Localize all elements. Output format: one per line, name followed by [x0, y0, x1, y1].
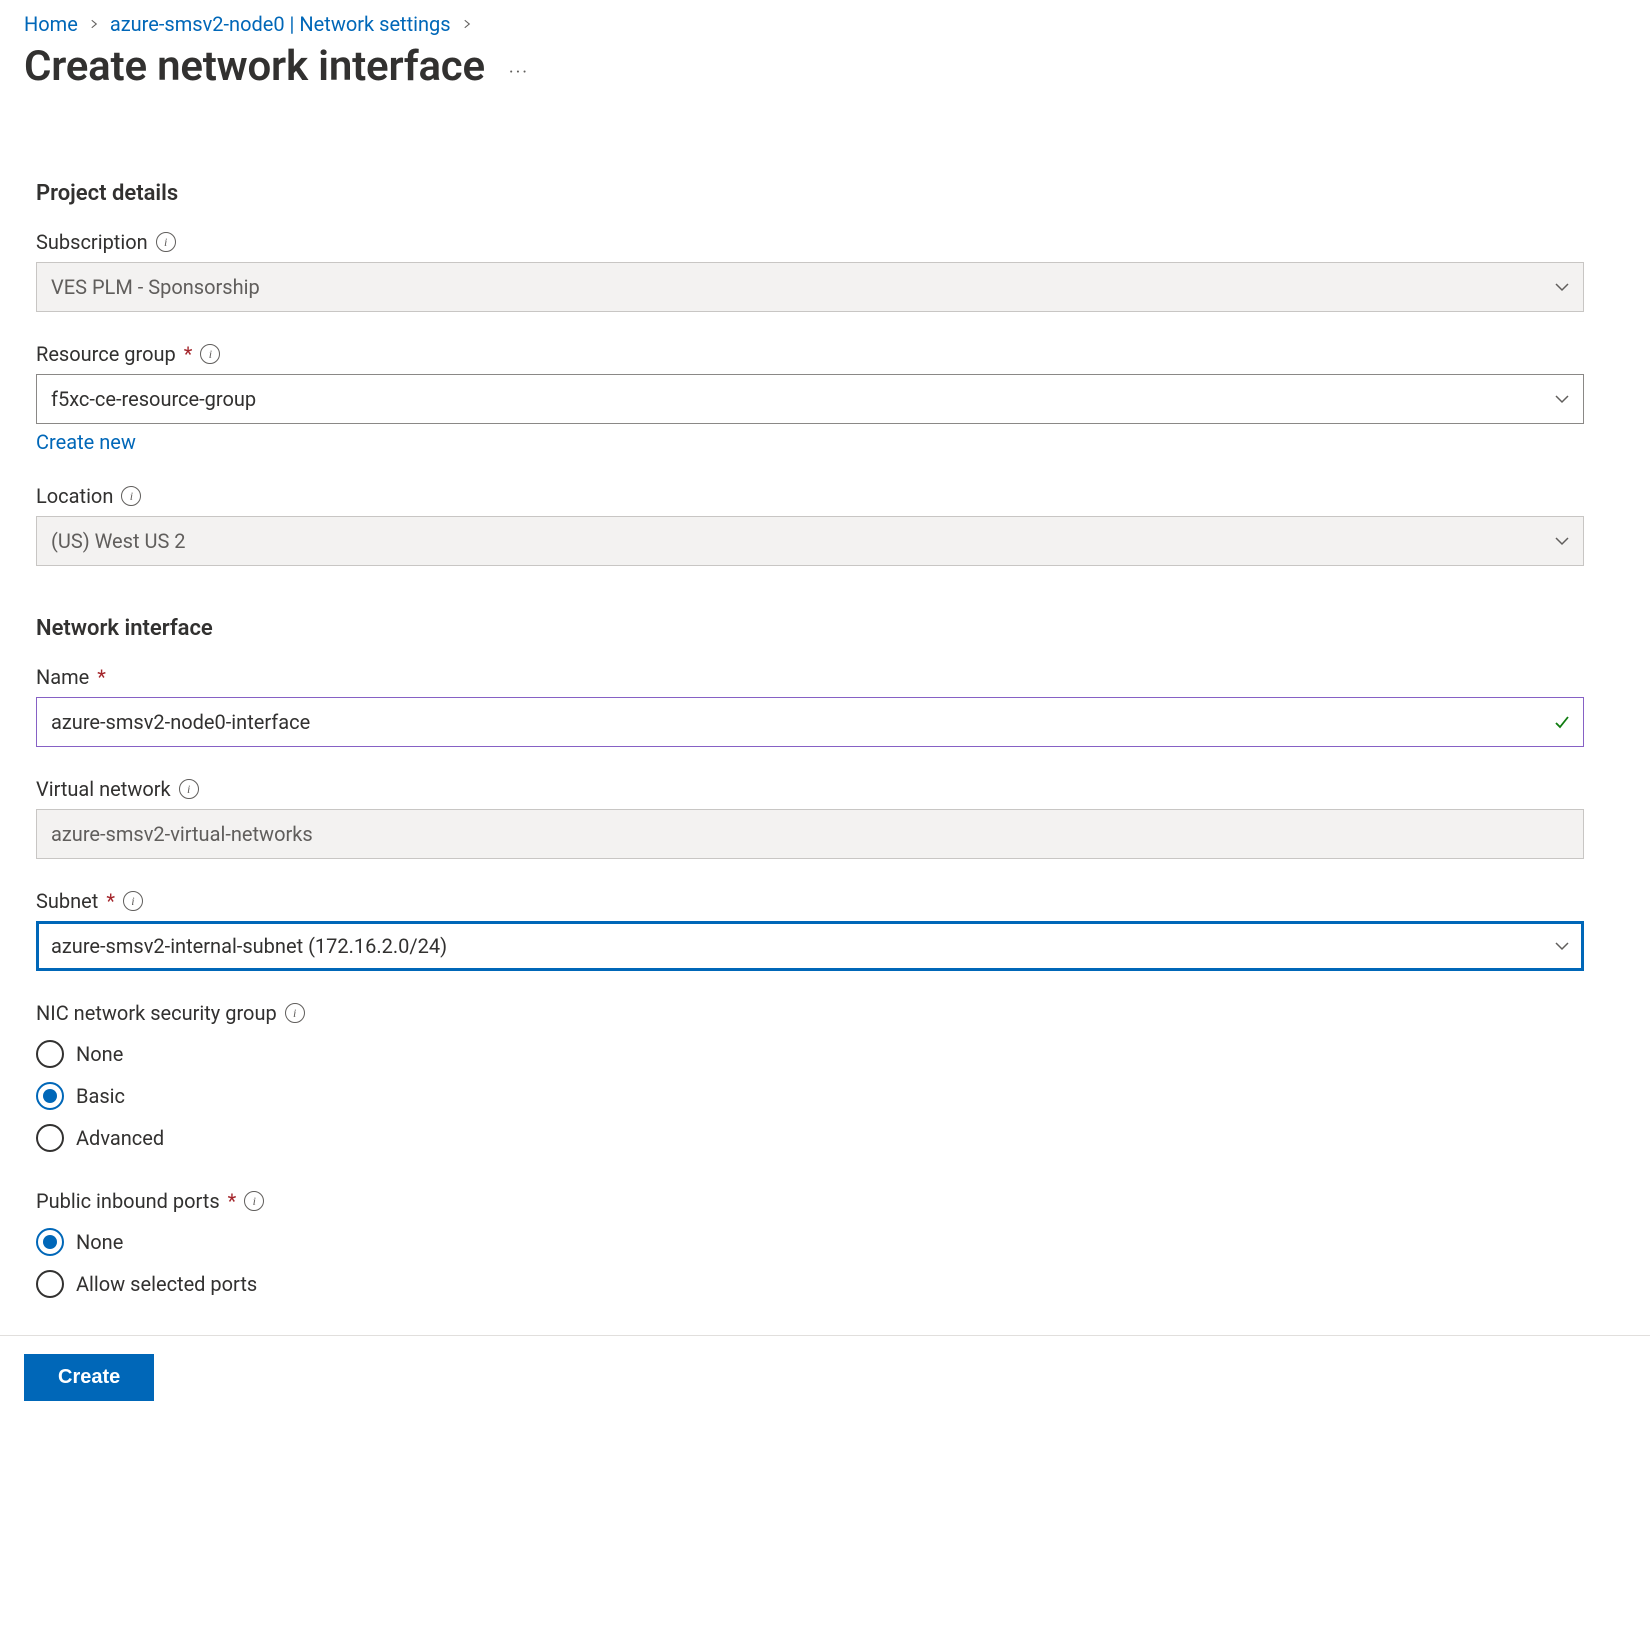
create-button[interactable]: Create	[24, 1354, 154, 1401]
required-indicator: *	[184, 342, 193, 366]
radio-icon	[36, 1228, 64, 1256]
label-subscription: Subscription	[36, 230, 148, 254]
label-name: Name	[36, 665, 89, 689]
check-icon	[1552, 712, 1572, 732]
ports-option-none-label: None	[76, 1230, 123, 1254]
radio-icon	[36, 1124, 64, 1152]
radio-icon	[36, 1040, 64, 1068]
chevron-down-icon	[1552, 936, 1572, 956]
chevron-right-icon	[88, 18, 100, 30]
required-indicator: *	[106, 889, 115, 913]
info-icon[interactable]: i	[121, 486, 141, 506]
radio-icon	[36, 1270, 64, 1298]
label-resource-group: Resource group	[36, 342, 176, 366]
nsg-option-basic-label: Basic	[76, 1084, 125, 1108]
label-virtual-network: Virtual network	[36, 777, 171, 801]
info-icon[interactable]: i	[285, 1003, 305, 1023]
subnet-value: azure-smsv2-internal-subnet (172.16.2.0/…	[51, 934, 447, 958]
field-name: Name * azure-smsv2-node0-interface	[36, 665, 1584, 747]
field-public-ports: Public inbound ports * i None Allow sele…	[36, 1189, 1584, 1305]
name-input[interactable]: azure-smsv2-node0-interface	[36, 697, 1584, 747]
virtual-network-input: azure-smsv2-virtual-networks	[36, 809, 1584, 859]
breadcrumb: Home azure-smsv2-node0 | Network setting…	[24, 12, 1626, 36]
label-location: Location	[36, 484, 113, 508]
location-dropdown: (US) West US 2	[36, 516, 1584, 566]
ports-option-allow[interactable]: Allow selected ports	[36, 1263, 1584, 1305]
field-nsg: NIC network security group i None Basic …	[36, 1001, 1584, 1159]
field-subnet: Subnet * i azure-smsv2-internal-subnet (…	[36, 889, 1584, 971]
ports-option-allow-label: Allow selected ports	[76, 1272, 257, 1296]
subscription-value: VES PLM - Sponsorship	[51, 275, 260, 299]
chevron-right-icon	[461, 18, 473, 30]
field-subscription: Subscription i VES PLM - Sponsorship	[36, 230, 1584, 312]
more-icon[interactable]: ···	[509, 62, 529, 83]
required-indicator: *	[228, 1189, 237, 1213]
nsg-option-advanced[interactable]: Advanced	[36, 1117, 1584, 1159]
chevron-down-icon	[1552, 277, 1572, 297]
required-indicator: *	[97, 665, 106, 689]
breadcrumb-home[interactable]: Home	[24, 12, 78, 36]
label-nsg: NIC network security group	[36, 1001, 277, 1025]
nsg-option-basic[interactable]: Basic	[36, 1075, 1584, 1117]
nsg-option-none-label: None	[76, 1042, 123, 1066]
field-location: Location i (US) West US 2	[36, 484, 1584, 566]
subnet-dropdown[interactable]: azure-smsv2-internal-subnet (172.16.2.0/…	[36, 921, 1584, 971]
breadcrumb-network-settings[interactable]: azure-smsv2-node0 | Network settings	[110, 12, 451, 36]
page-title: Create network interface	[24, 42, 485, 91]
info-icon[interactable]: i	[179, 779, 199, 799]
virtual-network-value: azure-smsv2-virtual-networks	[51, 822, 313, 846]
ports-radio-group: None Allow selected ports	[36, 1221, 1584, 1305]
info-icon[interactable]: i	[123, 891, 143, 911]
nsg-radio-group: None Basic Advanced	[36, 1033, 1584, 1159]
chevron-down-icon	[1552, 531, 1572, 551]
name-value: azure-smsv2-node0-interface	[51, 710, 310, 734]
nsg-option-none[interactable]: None	[36, 1033, 1584, 1075]
location-value: (US) West US 2	[51, 529, 186, 553]
label-subnet: Subnet	[36, 889, 98, 913]
section-network-interface: Network interface	[36, 616, 1584, 641]
info-icon[interactable]: i	[156, 232, 176, 252]
resource-group-dropdown[interactable]: f5xc-ce-resource-group	[36, 374, 1584, 424]
label-public-ports: Public inbound ports	[36, 1189, 220, 1213]
subscription-dropdown: VES PLM - Sponsorship	[36, 262, 1584, 312]
info-icon[interactable]: i	[200, 344, 220, 364]
section-project-details: Project details	[36, 181, 1584, 206]
nsg-option-advanced-label: Advanced	[76, 1126, 164, 1150]
info-icon[interactable]: i	[244, 1191, 264, 1211]
ports-option-none[interactable]: None	[36, 1221, 1584, 1263]
field-resource-group: Resource group * i f5xc-ce-resource-grou…	[36, 342, 1584, 454]
field-virtual-network: Virtual network i azure-smsv2-virtual-ne…	[36, 777, 1584, 859]
chevron-down-icon	[1552, 389, 1572, 409]
radio-icon	[36, 1082, 64, 1110]
resource-group-value: f5xc-ce-resource-group	[51, 387, 256, 411]
create-new-link[interactable]: Create new	[36, 430, 136, 454]
